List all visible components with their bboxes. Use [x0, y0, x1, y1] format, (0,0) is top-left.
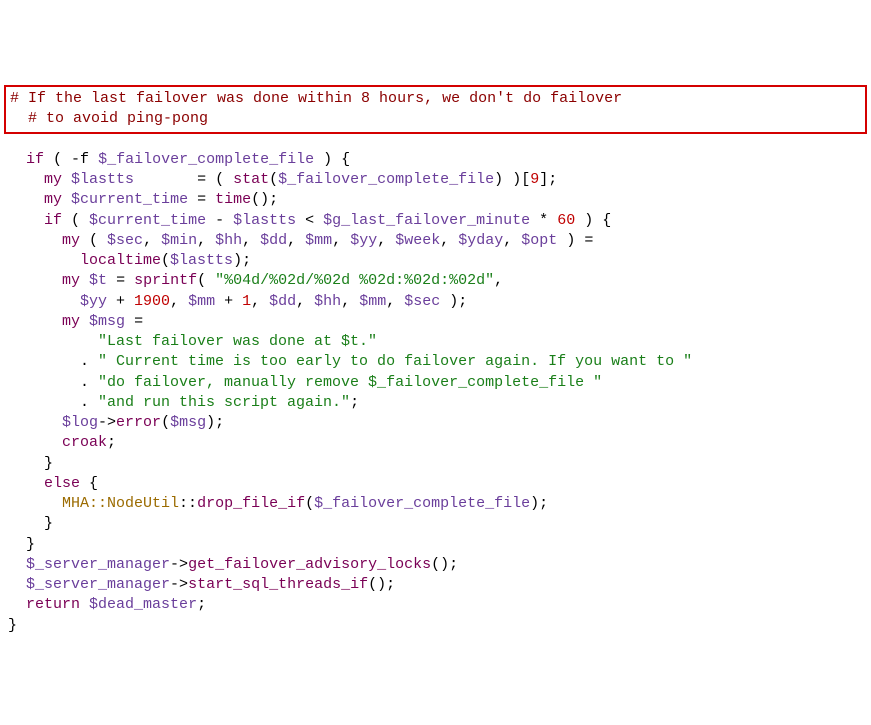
- op-sub: -: [206, 212, 233, 229]
- comment-line-2: # to avoid ping-pong: [28, 110, 208, 127]
- var-mm: $mm: [305, 232, 332, 249]
- keyword-if-2: if: [44, 212, 62, 229]
- keyword-if: if: [26, 151, 44, 168]
- num-60: 60: [557, 212, 575, 229]
- num-9: 9: [530, 171, 539, 188]
- var-msg: $msg: [89, 313, 125, 330]
- var-g-last: $g_last_failover_minute: [323, 212, 530, 229]
- var-lastts-3: $lastts: [170, 252, 233, 269]
- var-dd: $dd: [260, 232, 287, 249]
- op-add-2: +: [215, 293, 242, 310]
- var-hh-2: $hh: [314, 293, 341, 310]
- var-dead-master: $dead_master: [89, 596, 197, 613]
- semi: ;: [269, 191, 278, 208]
- var-hh: $hh: [215, 232, 242, 249]
- keyword-my-4: my: [62, 272, 80, 289]
- num-1900: 1900: [134, 293, 170, 310]
- var-server-manager: $_server_manager: [26, 556, 170, 573]
- var-current-time: $current_time: [71, 191, 188, 208]
- var-t: $t: [89, 272, 107, 289]
- dbl-colon: ::: [179, 495, 197, 512]
- var-dd-2: $dd: [269, 293, 296, 310]
- var-opt: $opt: [521, 232, 557, 249]
- str-fmt: "%04d/%02d/%02d %02d:%02d:%02d": [215, 272, 494, 289]
- keyword-my-3: my: [62, 232, 80, 249]
- brace-close-2: }: [44, 515, 53, 532]
- var-sec-2: $sec: [404, 293, 440, 310]
- var-server-manager-2: $_server_manager: [26, 576, 170, 593]
- var-failover-file: $_failover_complete_file: [98, 151, 314, 168]
- var-failover-file-2: $_failover_complete_file: [278, 171, 494, 188]
- fn-stat: stat: [233, 171, 269, 188]
- eq: =: [188, 191, 215, 208]
- arrow: ->: [98, 414, 116, 431]
- var-week: $week: [395, 232, 440, 249]
- fn-start-sql: start_sql_threads_if: [188, 576, 368, 593]
- keyword-my-2: my: [44, 191, 62, 208]
- fn-croak: croak: [62, 434, 107, 451]
- str-msg2: " Current time is too early to do failov…: [98, 353, 692, 370]
- op-lt: <: [296, 212, 323, 229]
- var-failover-file-3: $_failover_complete_file: [314, 495, 530, 512]
- fn-time: time: [215, 191, 251, 208]
- var-yy: $yy: [350, 232, 377, 249]
- cond-close: ) {: [314, 151, 350, 168]
- idx-open: )[: [503, 171, 530, 188]
- str-msg4: "and run this script again.": [98, 394, 350, 411]
- brace-open: {: [89, 475, 98, 492]
- var-yy-2: $yy: [80, 293, 107, 310]
- str-msg1: "Last failover was done at $t.": [98, 333, 377, 350]
- class-mha-nodeutil: MHA::NodeUtil: [62, 495, 179, 512]
- var-min: $min: [161, 232, 197, 249]
- keyword-my: my: [44, 171, 62, 188]
- fn-error: error: [116, 414, 161, 431]
- brace-close: }: [44, 455, 53, 472]
- var-log: $log: [62, 414, 98, 431]
- fn-sprintf: sprintf: [134, 272, 197, 289]
- brace-close-4: }: [8, 617, 17, 634]
- fn-drop-file-if: drop_file_if: [197, 495, 305, 512]
- paren: (: [215, 171, 233, 188]
- op-mul: *: [530, 212, 557, 229]
- keyword-my-5: my: [62, 313, 80, 330]
- comment-line-1: # If the last failover was done within 8…: [10, 90, 622, 107]
- eq-pad: =: [134, 171, 215, 188]
- var-lastts: $lastts: [71, 171, 134, 188]
- idx-close: ];: [539, 171, 557, 188]
- fn-get-locks: get_failover_advisory_locks: [188, 556, 431, 573]
- str-msg3: "do failover, manually remove $_failover…: [98, 374, 602, 391]
- var-sec: $sec: [107, 232, 143, 249]
- var-mm-3: $mm: [359, 293, 386, 310]
- fn-localtime: localtime: [80, 252, 161, 269]
- var-lastts-2: $lastts: [233, 212, 296, 229]
- var-msg-2: $msg: [170, 414, 206, 431]
- cond-open: ( -f: [53, 151, 98, 168]
- keyword-return: return: [26, 596, 80, 613]
- num-1: 1: [242, 293, 251, 310]
- var-mm-2: $mm: [188, 293, 215, 310]
- op-add: +: [107, 293, 134, 310]
- var-current-time-2: $current_time: [89, 212, 206, 229]
- brace-close-3: }: [26, 536, 35, 553]
- highlighted-comment-block: # If the last failover was done within 8…: [4, 85, 867, 134]
- var-yday: $yday: [458, 232, 503, 249]
- arrow-3: ->: [170, 576, 188, 593]
- keyword-else: else: [44, 475, 80, 492]
- arrow-2: ->: [170, 556, 188, 573]
